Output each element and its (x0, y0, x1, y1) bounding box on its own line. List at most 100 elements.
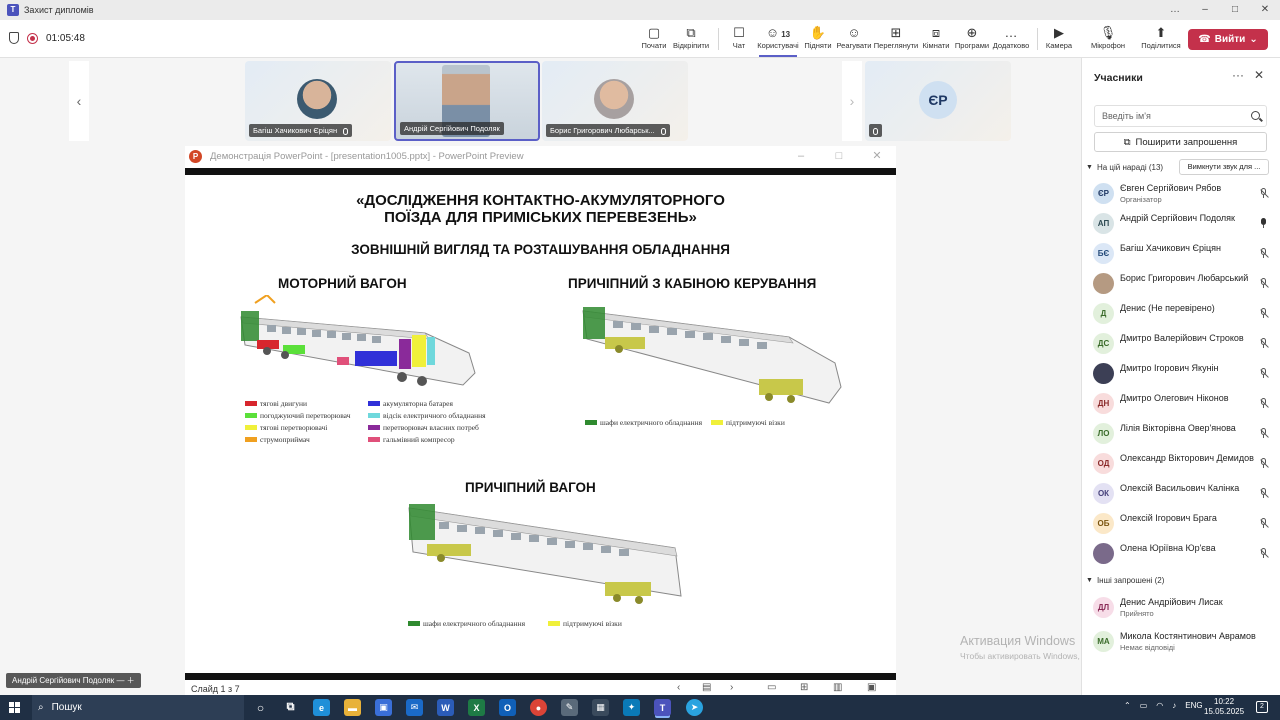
invited-row[interactable]: МА Микола Костянтинович Аврамов Немає відп… (1090, 628, 1275, 656)
share-button[interactable]: ⬆ Поділитися (1138, 25, 1184, 50)
cortana-icon[interactable]: ○ (252, 699, 269, 716)
chrome-icon[interactable]: ● (530, 699, 547, 716)
popout-button[interactable]: ⧉ Відкріпити (668, 25, 714, 50)
more-button[interactable]: … Додатково (988, 25, 1034, 50)
chip-add-icon[interactable]: ＋ (127, 676, 135, 685)
mail-icon[interactable]: ✉ (406, 699, 423, 716)
in-meeting-section-toggle[interactable]: ▼ На цій нараді (13) (1086, 163, 1163, 172)
powerpoint-window: P Демонстрація PowerPoint - [presentatio… (185, 146, 896, 696)
taskbar-clock[interactable]: 10:22 15.05.2025 (1204, 697, 1244, 717)
trailer-car-legend: шафи електричного обладнання підтримуючі… (408, 619, 668, 633)
next-slide-icon[interactable]: › (730, 682, 733, 693)
outlook-icon[interactable]: O (499, 699, 516, 716)
participant-row[interactable]: АП Андрій Сергійович Подоляк (1090, 210, 1275, 238)
file-explorer-icon[interactable]: ▬ (344, 699, 361, 716)
participant-row[interactable]: Д Денис (Не перевірено) (1090, 300, 1275, 328)
slideshow-view-icon[interactable]: ▣ (867, 682, 876, 693)
participant-row[interactable]: БЄ Багіш Хачикович Єріцян (1090, 240, 1275, 268)
chevron-down-icon[interactable]: ⌄ (1249, 34, 1257, 45)
avatar: ДН (1093, 393, 1114, 414)
mic-button[interactable]: 🎙 Мікрофон (1085, 25, 1131, 50)
slide-bottom-border (185, 673, 896, 680)
speaker-name-chip: Андрій Сергійович Подоляк — ＋ (6, 673, 141, 688)
notification-icon[interactable]: 2 (1256, 701, 1268, 713)
close-icon[interactable]: ✕ (1254, 68, 1264, 82)
camera-button[interactable]: ▶ Камера (1036, 25, 1082, 50)
store-icon[interactable]: ▣ (375, 699, 392, 716)
participant-row[interactable]: ДН Дмитро Олегович Ніконов (1090, 390, 1275, 418)
tiles-prev-button[interactable]: ‹ (69, 61, 89, 141)
chevron-left-icon: ‹ (76, 93, 82, 109)
teams-taskbar-icon[interactable]: T (654, 699, 671, 716)
search-icon[interactable] (1251, 111, 1260, 120)
participant-row[interactable]: ОБ Олексій Ігорович Брага (1090, 510, 1275, 538)
share-icon: ⬆ (1155, 25, 1167, 40)
app-icon[interactable]: ✦ (623, 699, 640, 716)
participant-name: Денис Андрійович Лисак (1120, 597, 1223, 607)
slide-menu-icon[interactable]: ▤ (702, 682, 711, 693)
participant-row[interactable]: Олена Юріївна Юр'єва (1090, 540, 1275, 568)
network-icon[interactable]: ◠ (1156, 701, 1163, 710)
video-tile[interactable]: Борис Григорович Любарськ... (542, 61, 688, 141)
cab-car-image (582, 307, 842, 404)
participant-row[interactable]: Дмитро Ігорович Якунін (1090, 360, 1275, 388)
invited-row[interactable]: ДЛ Денис Андрійович Лисак Прийнято (1090, 594, 1275, 622)
task-view-icon[interactable]: ⧉ (282, 699, 299, 716)
leave-button[interactable]: ☎ Вийти ⌄ (1188, 29, 1268, 50)
share-invite-button[interactable]: ⧉ Поширити запрошення (1094, 132, 1267, 152)
normal-view-icon[interactable]: ▭ (767, 682, 776, 693)
invited-section-toggle[interactable]: ▼ Інші запрошені (2) (1086, 576, 1164, 585)
prev-slide-icon[interactable]: ‹ (677, 682, 680, 693)
chevron-up-icon[interactable]: ⌃ (1124, 701, 1131, 710)
app-icon[interactable]: ✎ (561, 699, 578, 716)
display-icon[interactable]: ▭ (1140, 701, 1148, 710)
video-tile[interactable]: ЄР (865, 61, 1011, 141)
window-titlebar: T Захист дипломів … – □ ✕ (0, 0, 1280, 20)
participant-search-input[interactable] (1094, 105, 1267, 127)
edge-icon[interactable]: e (313, 699, 330, 716)
participant-name: Євген Сергійович Рябов (1120, 183, 1222, 193)
word-icon[interactable]: W (437, 699, 454, 716)
video-tile-active[interactable]: Андрій Сергійович Подоляк (394, 61, 540, 141)
participant-row[interactable]: ДС Дмитро Валерійович Строков (1090, 330, 1275, 358)
close-window-button[interactable]: ✕ (1250, 0, 1280, 20)
participant-row[interactable]: ОК Олексій Васильович Калінка (1090, 480, 1275, 508)
more-options-icon[interactable]: … (1160, 0, 1190, 20)
volume-icon[interactable]: ♪ (1172, 701, 1176, 710)
avatar: ОД (1093, 453, 1114, 474)
participant-name: Борис Григорович Любарський (1120, 273, 1249, 283)
mic-off-icon (1260, 458, 1269, 469)
taskbar-search[interactable]: ⌕ Пошук (32, 695, 244, 720)
maximize-button[interactable]: □ (820, 146, 858, 166)
video-tile[interactable]: Багіш Хачикович Єріцян (245, 61, 391, 141)
participant-row[interactable]: ЛО Лілія Вікторівна Овер'янова (1090, 420, 1275, 448)
tile-name: Андрій Сергійович Подоляк (400, 122, 504, 135)
minimize-button[interactable]: – (782, 146, 820, 166)
participant-video (297, 79, 337, 119)
mute-all-button[interactable]: Вимкнути звук для ... (1179, 159, 1269, 175)
calculator-icon[interactable]: ▦ (592, 699, 609, 716)
shield-icon[interactable] (9, 32, 19, 44)
more-options-icon[interactable]: ··· (1232, 68, 1244, 82)
telegram-icon[interactable]: ➤ (686, 699, 703, 716)
participant-row[interactable]: ЄР Євген Сергійович Рябов Організатор (1090, 180, 1275, 208)
react-button[interactable]: ☺ Реагувати (831, 25, 877, 50)
avatar: ДС (1093, 333, 1114, 354)
excel-icon[interactable]: X (468, 699, 485, 716)
maximize-button[interactable]: □ (1220, 0, 1250, 20)
cab-car-heading: ПРИЧІПНИЙ З КАБІНОЮ КЕРУВАННЯ (568, 276, 817, 291)
participant-row[interactable]: ОД Олександр Вікторович Демидов (1090, 450, 1275, 478)
chip-minimize-icon[interactable]: — (116, 676, 124, 685)
language-indicator[interactable]: ENG (1185, 701, 1202, 710)
search-icon: ⌕ (38, 702, 44, 713)
participant-row[interactable]: Борис Григорович Любарський (1090, 270, 1275, 298)
sorter-view-icon[interactable]: ⊞ (800, 682, 808, 693)
mic-off-icon (1260, 488, 1269, 499)
windows-start-icon[interactable] (9, 702, 20, 713)
tiles-next-button[interactable]: › (842, 61, 862, 141)
reading-view-icon[interactable]: ▥ (833, 682, 842, 693)
close-icon[interactable]: ✕ (858, 146, 896, 166)
minimize-button[interactable]: – (1190, 0, 1220, 20)
more-icon: … (1004, 25, 1018, 40)
avatar: ЄР (1093, 183, 1114, 204)
